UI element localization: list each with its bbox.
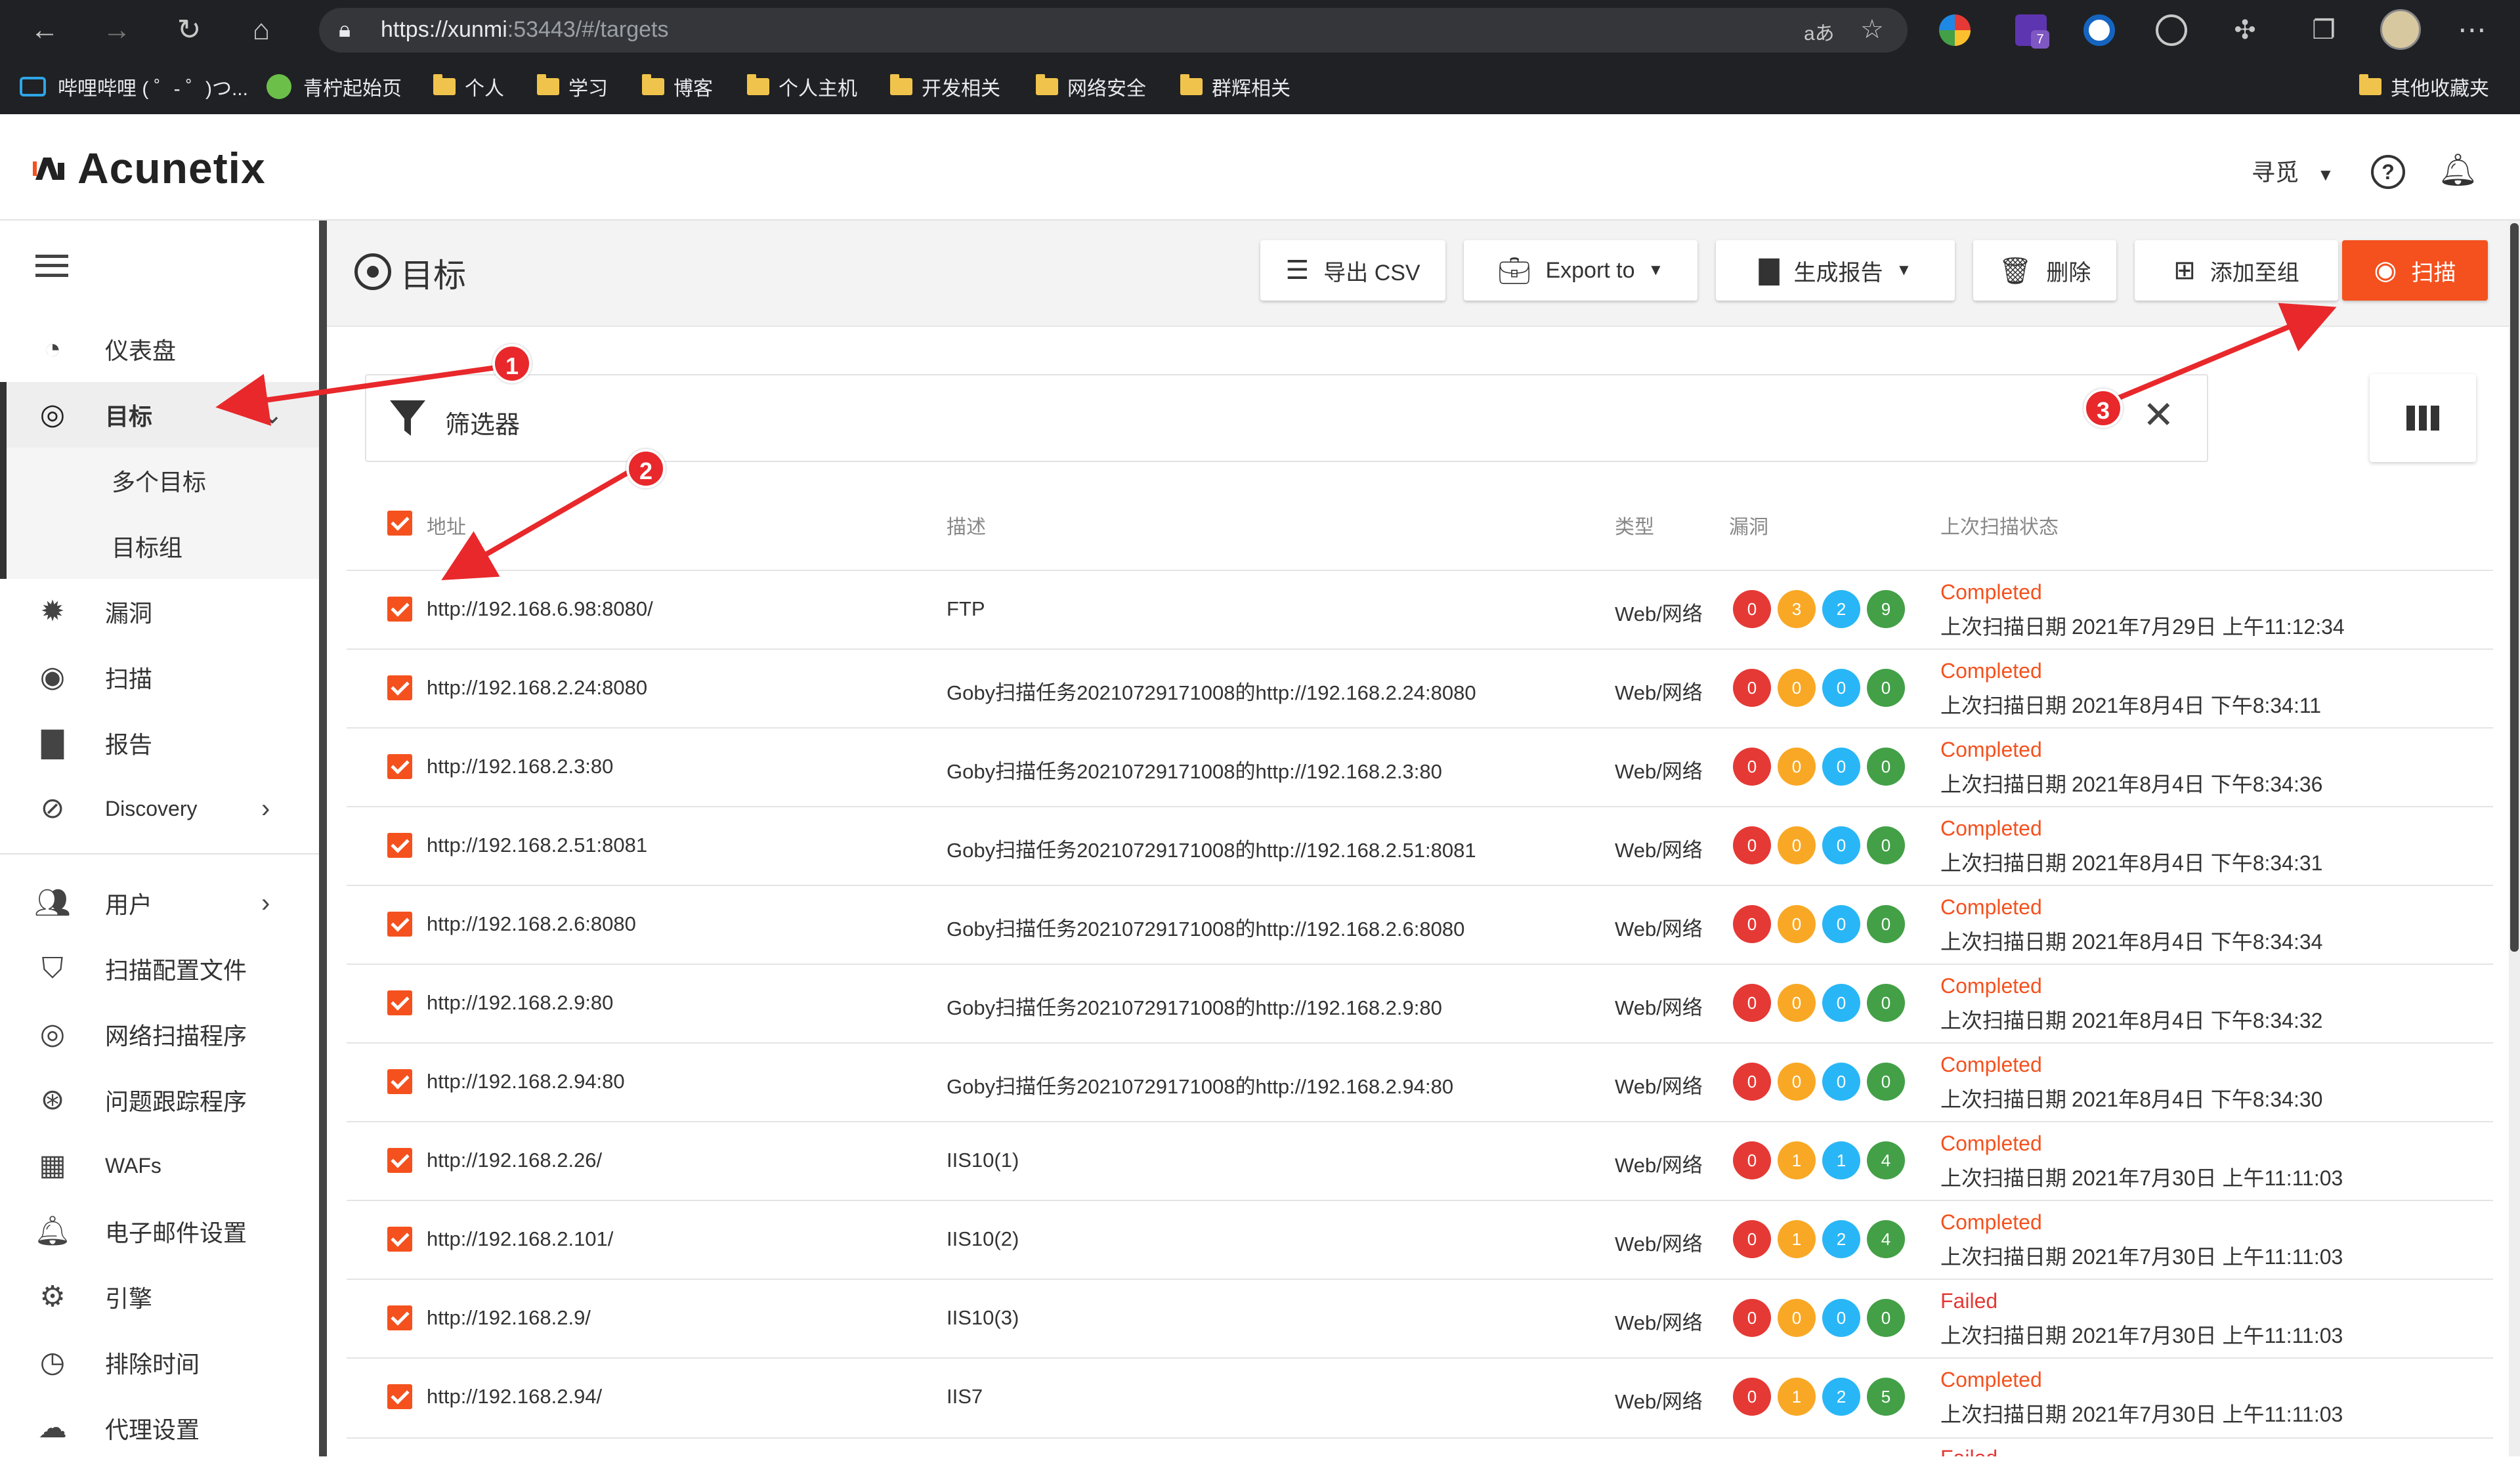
annotation-arrows <box>215 303 2337 580</box>
annotation-badge-1: 1 <box>492 344 532 383</box>
annotation-badge-2: 2 <box>626 449 666 488</box>
annotation-arrow-3 <box>2102 303 2337 407</box>
annotation-badge-3: 3 <box>2083 389 2123 428</box>
annotation-arrow-1 <box>215 364 506 426</box>
annotation-arrow-2 <box>441 469 631 580</box>
